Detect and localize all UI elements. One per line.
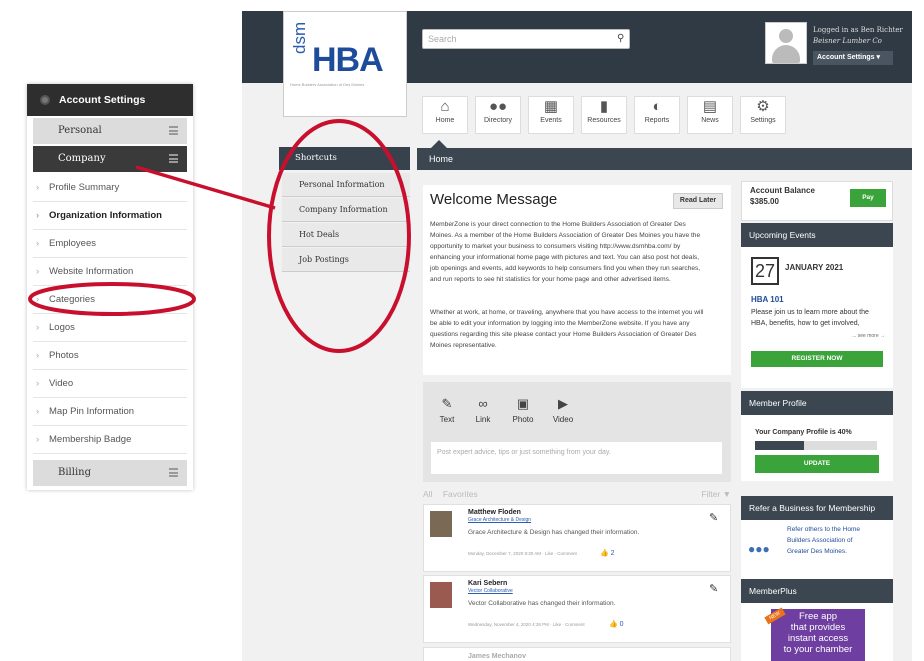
annotation-arrow-line: [135, 165, 276, 210]
shortcuts-highlight-ellipse: [267, 119, 411, 353]
annotation-overlay: [28, 119, 411, 353]
categories-highlight-ellipse: [28, 282, 196, 316]
